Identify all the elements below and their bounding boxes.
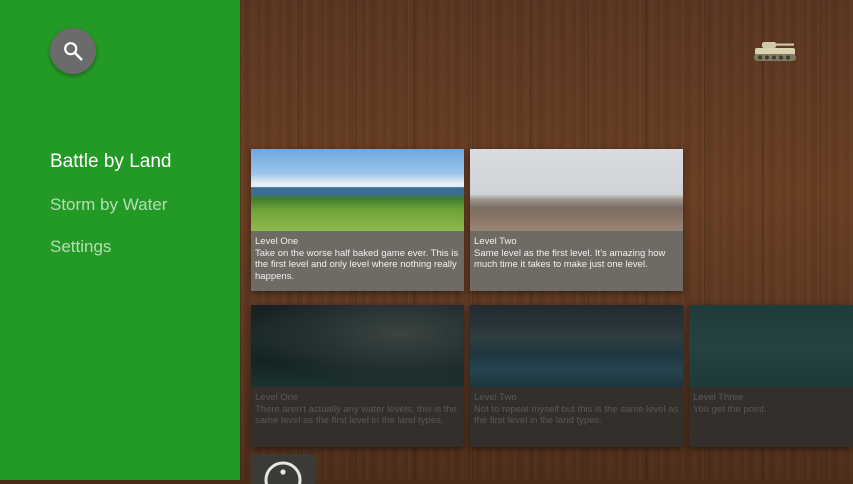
card-title: Level Two <box>474 236 517 247</box>
level-card-land-one[interactable]: Level One Take on the worse half baked g… <box>251 149 464 291</box>
level-card-water-three[interactable]: Level Three You get the point. <box>689 305 853 447</box>
card-dim-overlay <box>470 305 683 447</box>
card-description: Same level as the first level. It's amaz… <box>474 247 666 271</box>
card-dim-overlay <box>689 305 853 447</box>
level-card-land-two[interactable]: Level Two Same level as the first level.… <box>470 149 683 291</box>
level-card-water-two[interactable]: Level Two Not to repeat myself but this … <box>470 305 683 447</box>
card-dim-overlay <box>251 305 464 447</box>
card-image-desert <box>470 149 683 231</box>
sidebar-item-storm-by-water[interactable]: Storm by Water <box>50 195 167 215</box>
sidebar: Battle by Land Storm by Water Settings <box>0 0 240 480</box>
card-description: Take on the worse half baked game ever. … <box>255 247 459 282</box>
card-image-grassland <box>251 149 464 231</box>
card-title: Level One <box>255 236 299 247</box>
sidebar-item-battle-by-land[interactable]: Battle by Land <box>50 151 171 173</box>
search-button[interactable] <box>50 28 96 74</box>
sidebar-item-settings[interactable]: Settings <box>50 237 111 257</box>
level-card-water-one[interactable]: Level One There aren't actually any wate… <box>251 305 464 447</box>
tank-icon <box>754 42 796 61</box>
search-icon <box>64 42 83 61</box>
